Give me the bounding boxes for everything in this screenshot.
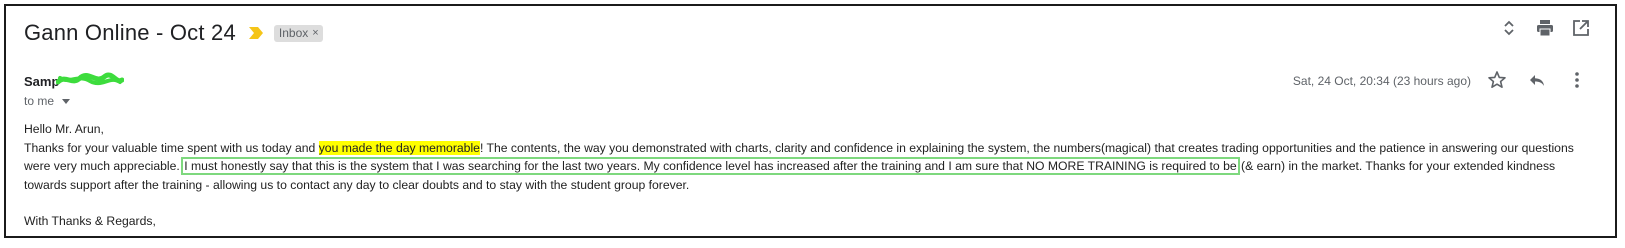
remove-label-button[interactable]: × [312, 27, 318, 39]
recipient-details-toggle[interactable]: to me [24, 94, 71, 108]
sender-name[interactable]: Samp [24, 74, 59, 89]
star-icon[interactable] [1487, 70, 1507, 90]
label-text: Inbox [278, 25, 309, 40]
thread-actions [1499, 18, 1591, 38]
message-actions [1487, 70, 1587, 90]
expand-collapse-icon[interactable] [1499, 18, 1519, 38]
email-frame: Gann Online - Oct 24 Inbox × Samp to me … [4, 4, 1617, 238]
importance-marker-icon[interactable] [248, 26, 264, 40]
more-vertical-icon[interactable] [1567, 70, 1587, 90]
closing: With Thanks & Regards, [24, 214, 156, 228]
body-text: Thanks for your valuable time spent with… [24, 140, 319, 155]
print-icon[interactable] [1535, 18, 1555, 38]
email-subject: Gann Online - Oct 24 [24, 20, 236, 45]
inbox-label-chip: Inbox × [273, 24, 323, 42]
recipient-text: to me [24, 94, 55, 108]
message-date: Sat, 24 Oct, 20:34 (23 hours ago) [1292, 74, 1471, 88]
open-in-new-window-icon[interactable] [1571, 18, 1591, 38]
highlighted-phrase: you made the day memorable [318, 140, 480, 155]
boxed-highlight: I must honestly say that this is the sys… [181, 157, 1240, 175]
chevron-down-icon[interactable] [62, 98, 71, 104]
body-paragraph: Thanks for your valuable time spent with… [24, 139, 1594, 195]
email-body: Hello Mr. Arun, Thanks for your valuable… [24, 120, 1594, 231]
greeting: Hello Mr. Arun, [24, 122, 104, 136]
redaction-scribble-icon [56, 72, 124, 86]
subject-row: Gann Online - Oct 24 Inbox × [24, 20, 323, 46]
reply-icon[interactable] [1527, 70, 1547, 90]
